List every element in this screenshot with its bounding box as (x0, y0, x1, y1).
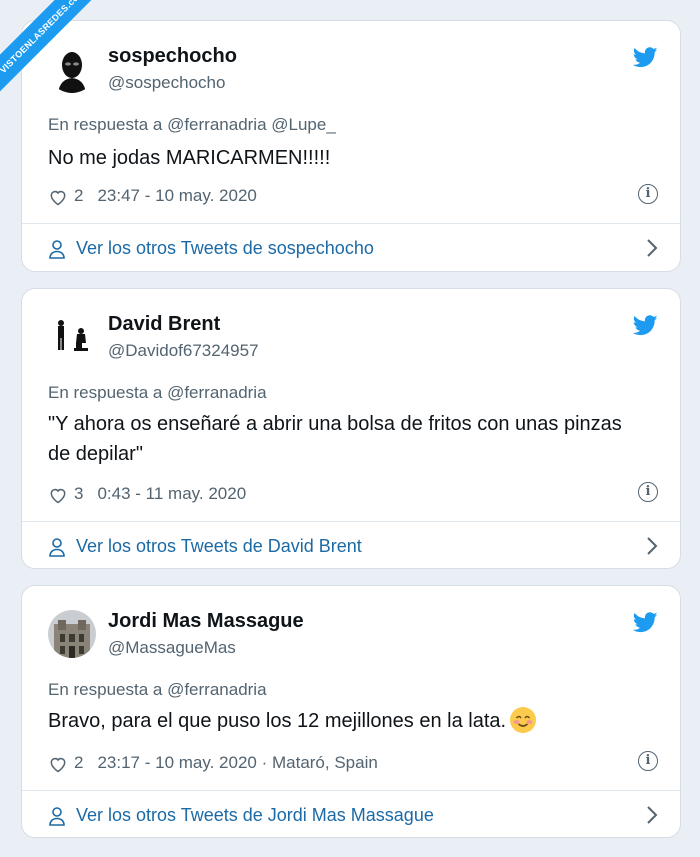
chevron-right-icon[interactable] (646, 238, 658, 258)
timestamp[interactable]: 23:17 - 10 may. 2020 · Mataró, Spain (97, 753, 377, 772)
more-tweets-link[interactable]: Ver los otros Tweets de sospechocho (48, 233, 658, 263)
timestamp[interactable]: 0:43 - 11 may. 2020 (97, 484, 246, 503)
tweet-header: David Brent @Davidof67324957 (48, 311, 658, 367)
chevron-right-icon[interactable] (646, 805, 658, 825)
tweet-card: Jordi Mas Massague @MassagueMas En respu… (21, 585, 681, 838)
divider (22, 521, 680, 522)
reply-context: En respuesta a @ferranadria (48, 383, 267, 402)
user-icon (49, 538, 65, 558)
user-handle[interactable]: @sospechocho (108, 73, 225, 93)
tweet-text-content: Bravo, para el que puso los 12 mejillone… (48, 710, 507, 732)
divider (22, 790, 680, 791)
heart-icon[interactable] (48, 187, 68, 207)
more-tweets-link[interactable]: Ver los otros Tweets de David Brent (48, 531, 658, 561)
more-tweets-link[interactable]: Ver los otros Tweets de Jordi Mas Massag… (48, 800, 658, 830)
display-name[interactable]: sospechocho (108, 45, 237, 68)
info-icon[interactable]: i (638, 751, 658, 771)
twitter-bird-icon[interactable] (633, 315, 658, 336)
heart-icon[interactable] (48, 754, 68, 774)
user-icon (49, 807, 65, 827)
reply-context: En respuesta a @ferranadria @Lupe_ (48, 115, 336, 134)
smiling-face-emoji (510, 706, 537, 733)
tweet-meta: 2 23:17 - 10 may. 2020 · Mataró, Spain i (48, 751, 658, 775)
display-name[interactable]: Jordi Mas Massague (108, 610, 304, 633)
divider (22, 223, 680, 224)
like-count: 2 (74, 753, 84, 772)
like-count: 2 (74, 186, 84, 205)
display-name[interactable]: David Brent (108, 313, 220, 336)
tweet-card: David Brent @Davidof67324957 En respuest… (21, 288, 681, 569)
chevron-right-icon[interactable] (646, 536, 658, 556)
heart-icon[interactable] (48, 485, 68, 505)
user-icon (49, 240, 65, 260)
tweet-meta: 2 23:47 - 10 may. 2020 i (48, 184, 658, 208)
more-tweets-label[interactable]: Ver los otros Tweets de David Brent (76, 536, 362, 556)
more-tweets-label[interactable]: Ver los otros Tweets de Jordi Mas Massag… (76, 805, 434, 825)
tweet-meta: 3 0:43 - 11 may. 2020 i (48, 482, 658, 506)
like-count: 3 (74, 484, 84, 503)
info-icon[interactable]: i (638, 184, 658, 204)
timestamp[interactable]: 23:47 - 10 may. 2020 (97, 186, 256, 205)
tweet-header: sospechocho @sospechocho (48, 43, 658, 99)
twitter-bird-icon[interactable] (633, 612, 658, 633)
user-handle[interactable]: @Davidof67324957 (108, 341, 259, 361)
avatar[interactable] (48, 45, 96, 93)
twitter-bird-icon[interactable] (633, 47, 658, 68)
more-tweets-label[interactable]: Ver los otros Tweets de sospechocho (76, 238, 374, 258)
user-handle[interactable]: @MassagueMas (108, 638, 236, 658)
info-icon[interactable]: i (638, 482, 658, 502)
reply-context: En respuesta a @ferranadria (48, 680, 267, 699)
tweet-text: "Y ahora os enseñaré a abrir una bolsa d… (48, 413, 622, 465)
tweet-text: No me jodas MARICARMEN!!!!! (48, 147, 331, 169)
tweet-text: Bravo, para el que puso los 12 mejillone… (48, 706, 648, 736)
avatar[interactable] (48, 313, 96, 361)
avatar[interactable] (48, 610, 96, 658)
tweet-card: sospechocho @sospechocho En respuesta a … (21, 20, 681, 272)
tweet-header: Jordi Mas Massague @MassagueMas (48, 608, 658, 664)
